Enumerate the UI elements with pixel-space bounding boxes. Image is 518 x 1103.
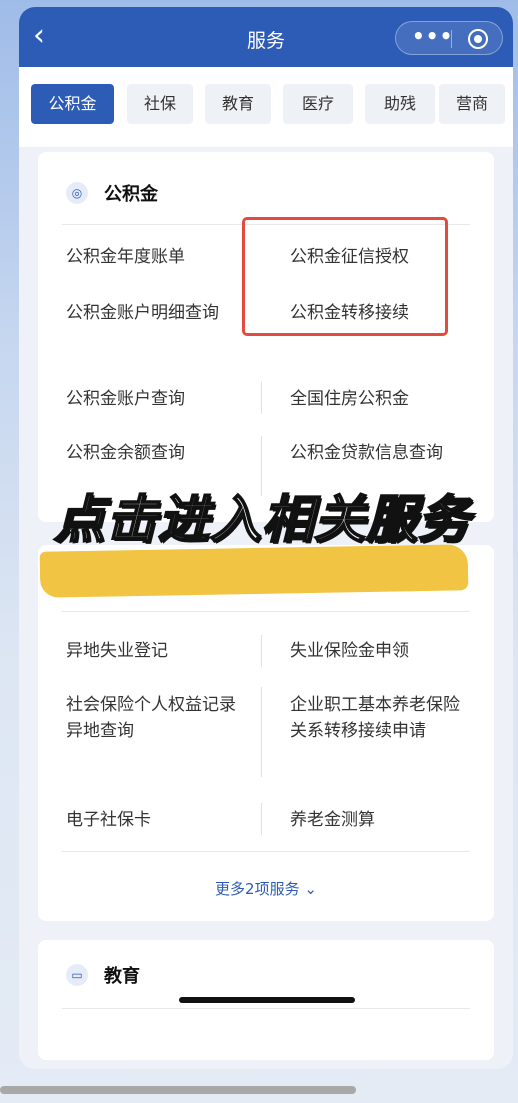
tab-disability-aid[interactable]: 助残 <box>365 84 435 124</box>
capsule-divider <box>451 30 452 48</box>
service-item[interactable]: 公积金账户查询 <box>66 386 241 412</box>
card-title: 公积金 <box>104 184 158 205</box>
column-divider <box>261 635 262 667</box>
service-item[interactable]: 企业职工基本养老保险关系转移接续申请 <box>290 692 465 744</box>
divider <box>62 851 470 852</box>
fund-icon: ◎ <box>66 182 88 204</box>
service-item[interactable]: 失业保险金申领 <box>290 638 465 664</box>
service-item[interactable]: 公积金余额查询 <box>66 440 241 466</box>
service-item[interactable]: 公积金年度账单 <box>66 244 241 270</box>
divider <box>62 611 470 612</box>
navbar: ‹ 服务 ••• <box>19 7 513 67</box>
column-divider <box>261 382 262 414</box>
marker-highlight <box>39 544 469 598</box>
horizontal-scrollbar[interactable] <box>0 1086 356 1094</box>
more-dots-icon[interactable]: ••• <box>412 24 453 48</box>
tab-medical[interactable]: 医疗 <box>283 84 353 124</box>
service-item[interactable]: 异地失业登记 <box>66 638 241 664</box>
tab-social-security[interactable]: 社保 <box>127 84 193 124</box>
highlight-box <box>242 217 448 336</box>
tab-education[interactable]: 教育 <box>205 84 271 124</box>
target-circle-icon[interactable] <box>468 29 488 49</box>
tab-housing-fund[interactable]: 公积金 <box>31 84 114 124</box>
service-item[interactable]: 公积金贷款信息查询 <box>290 440 465 466</box>
service-item[interactable]: 养老金测算 <box>290 807 465 833</box>
fund-card: ◎ 公积金 公积金年度账单 公积金征信授权 公积金账户明细查询 公积金转移接续 … <box>38 152 494 522</box>
social-security-card: 异地失业登记 失业保险金申领 社会保险个人权益记录异地查询 企业职工基本养老保险… <box>38 545 494 921</box>
column-divider <box>261 803 262 835</box>
home-indicator <box>179 997 355 1003</box>
tab-business[interactable]: 营商 <box>439 84 505 124</box>
category-tabs: 公积金 社保 教育 医疗 助残 营商 <box>19 67 513 147</box>
capsule-menu: ••• <box>395 21 503 55</box>
service-item[interactable]: 社会保险个人权益记录异地查询 <box>66 692 241 744</box>
more-services-link[interactable]: 更多2项服务 ⌄ <box>38 878 494 899</box>
service-item[interactable]: 公积金账户明细查询 <box>66 300 241 326</box>
service-item[interactable]: 电子社保卡 <box>66 807 241 833</box>
book-icon: ▭ <box>66 964 88 986</box>
service-item[interactable]: 全国住房公积金 <box>290 386 465 412</box>
overlay-caption: 点击进入相关服务 <box>53 490 470 551</box>
divider <box>62 1008 470 1009</box>
column-divider <box>261 687 262 777</box>
card-title: 教育 <box>104 966 140 987</box>
